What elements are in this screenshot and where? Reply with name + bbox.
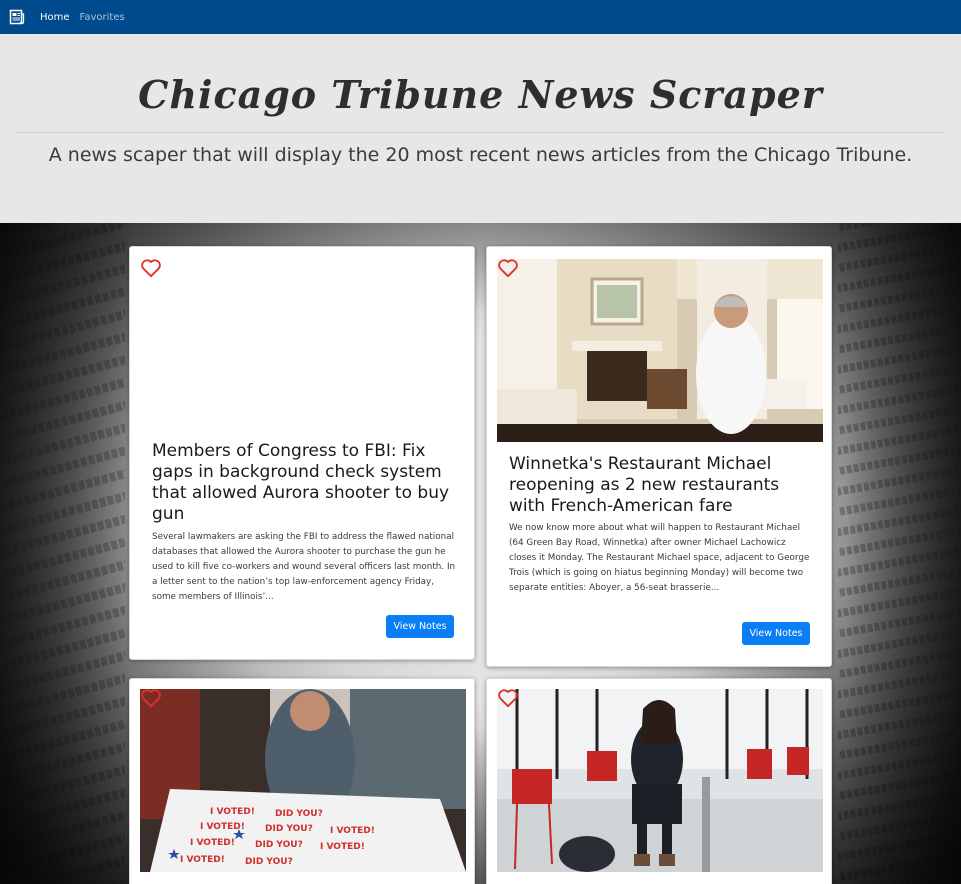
svg-text:I VOTED!: I VOTED! [180, 855, 225, 865]
article-card [486, 678, 832, 884]
page-title: Chicago Tribune News Scraper [138, 72, 823, 117]
article-summary: We now know more about what will happen … [509, 523, 810, 593]
page-subtitle: A news scaper that will display the 20 m… [48, 144, 913, 166]
view-notes-button[interactable]: View Notes [742, 622, 810, 645]
navbar: Home Favorites [0, 0, 961, 34]
svg-text:I VOTED!: I VOTED! [320, 842, 365, 852]
svg-text:I VOTED!: I VOTED! [210, 807, 255, 817]
nav-link-home[interactable]: Home [40, 12, 70, 23]
newspaper-icon[interactable] [9, 9, 25, 25]
article-summary: Several lawmakers are asking the FBI to … [152, 532, 456, 602]
svg-text:I VOTED!: I VOTED! [190, 838, 235, 848]
heart-outline-icon[interactable] [497, 258, 519, 278]
view-notes-button[interactable]: View Notes [386, 615, 454, 638]
heart-outline-icon[interactable] [497, 688, 519, 708]
article-card: I VOTED! DID YOU? I VOTED! DID YOU? I VOTED… [129, 678, 475, 884]
article-card: Members of Congress to FBI: Fix gaps in … [129, 246, 475, 660]
svg-text:I VOTED!: I VOTED! [200, 822, 245, 832]
svg-text:DID YOU?: DID YOU? [265, 824, 313, 834]
article-image[interactable]: I VOTED! DID YOU? I VOTED! DID YOU? I VOTED… [140, 689, 466, 872]
article-image[interactable] [497, 689, 823, 872]
svg-text:DID YOU?: DID YOU? [245, 857, 293, 867]
article-image[interactable] [497, 259, 823, 442]
heart-outline-icon[interactable] [140, 258, 162, 278]
nav-link-favorites[interactable]: Favorites [80, 12, 125, 23]
svg-text:I VOTED!: I VOTED! [330, 826, 375, 836]
svg-text:DID YOU?: DID YOU? [255, 840, 303, 850]
jumbotron: Chicago Tribune News Scraper A news scap… [0, 34, 961, 223]
divider [16, 132, 944, 133]
svg-text:DID YOU?: DID YOU? [275, 809, 323, 819]
article-title[interactable]: Members of Congress to FBI: Fix gaps in … [152, 441, 456, 525]
article-title[interactable]: Winnetka's Restaurant Michael reopening … [509, 454, 813, 517]
article-card: Winnetka's Restaurant Michael reopening … [486, 246, 832, 667]
heart-outline-icon[interactable] [140, 688, 162, 708]
